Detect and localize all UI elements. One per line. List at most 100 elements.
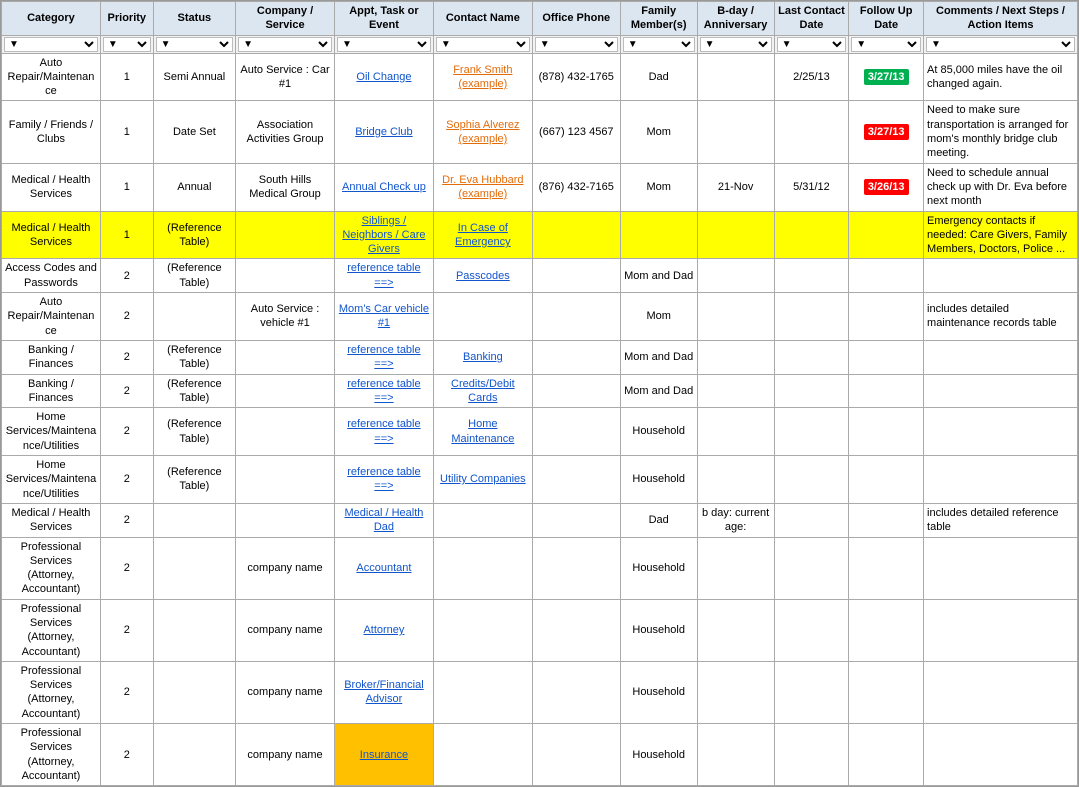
- table-row: Banking / Finances2(Reference Table)refe…: [2, 374, 1078, 408]
- cell-last-contact: [774, 599, 849, 661]
- cell-appt[interactable]: Accountant: [334, 537, 433, 599]
- cell-last-contact: [774, 374, 849, 408]
- cell-follow-up: [849, 537, 924, 599]
- cell-appt[interactable]: reference table ==>: [334, 340, 433, 374]
- cell-follow-up: [849, 599, 924, 661]
- cell-follow-up: 3/27/13: [849, 53, 924, 101]
- filter-comments[interactable]: ▼: [926, 37, 1075, 52]
- cell-phone: [532, 503, 620, 537]
- cell-appt[interactable]: Broker/Financial Advisor: [334, 661, 433, 723]
- cell-appt[interactable]: Mom's Car vehicle #1: [334, 293, 433, 341]
- filter-bday[interactable]: ▼: [700, 37, 772, 52]
- cell-comments: Emergency contacts if needed: Care Giver…: [924, 211, 1078, 259]
- cell-follow-up: 3/26/13: [849, 163, 924, 211]
- cell-appt[interactable]: reference table ==>: [334, 408, 433, 456]
- follow-up-date-badge: 3/27/13: [864, 69, 909, 85]
- cell-appt[interactable]: Annual Check up: [334, 163, 433, 211]
- cell-contact[interactable]: Sophia Alverez (example): [433, 101, 532, 163]
- cell-category: Banking / Finances: [2, 374, 101, 408]
- cell-family: Dad: [620, 503, 697, 537]
- cell-phone: (667) 123 4567: [532, 101, 620, 163]
- cell-contact: [433, 293, 532, 341]
- cell-phone: [532, 724, 620, 786]
- table-row: Medical / Health Services1AnnualSouth Hi…: [2, 163, 1078, 211]
- cell-contact: [433, 724, 532, 786]
- cell-appt[interactable]: reference table ==>: [334, 374, 433, 408]
- cell-bday: b day: current age:: [697, 503, 774, 537]
- cell-appt[interactable]: reference table ==>: [334, 259, 433, 293]
- cell-follow-up: 3/27/13: [849, 101, 924, 163]
- data-table: Category Priority Status Company / Servi…: [1, 1, 1078, 786]
- cell-comments: [924, 340, 1078, 374]
- cell-contact[interactable]: Banking: [433, 340, 532, 374]
- cell-bday: [697, 599, 774, 661]
- cell-category: Home Services/Maintenance/Utilities: [2, 408, 101, 456]
- cell-last-contact: 5/31/12: [774, 163, 849, 211]
- cell-bday: [697, 374, 774, 408]
- cell-company: Association Activities Group: [236, 101, 335, 163]
- filter-category[interactable]: ▼: [4, 37, 98, 52]
- filter-phone[interactable]: ▼: [535, 37, 618, 52]
- col-bday: B-day / Anniversary: [697, 2, 774, 36]
- cell-company: [236, 374, 335, 408]
- cell-category: Access Codes and Passwords: [2, 259, 101, 293]
- cell-appt[interactable]: reference table ==>: [334, 456, 433, 504]
- cell-family: Mom and Dad: [620, 374, 697, 408]
- cell-family: Mom: [620, 101, 697, 163]
- cell-appt[interactable]: Siblings / Neighbors / Care Givers: [334, 211, 433, 259]
- cell-priority: 1: [100, 53, 153, 101]
- col-priority: Priority: [100, 2, 153, 36]
- cell-contact[interactable]: Dr. Eva Hubbard (example): [433, 163, 532, 211]
- cell-follow-up: [849, 503, 924, 537]
- col-status: Status: [153, 2, 235, 36]
- cell-follow-up: [849, 724, 924, 786]
- cell-contact[interactable]: Utility Companies: [433, 456, 532, 504]
- filter-priority[interactable]: ▼: [103, 37, 151, 52]
- filter-followup[interactable]: ▼: [851, 37, 921, 52]
- cell-appt[interactable]: Bridge Club: [334, 101, 433, 163]
- cell-last-contact: 2/25/13: [774, 53, 849, 101]
- cell-bday: [697, 53, 774, 101]
- filter-family[interactable]: ▼: [623, 37, 695, 52]
- cell-priority: 2: [100, 293, 153, 341]
- cell-comments: [924, 724, 1078, 786]
- cell-contact[interactable]: Home Maintenance: [433, 408, 532, 456]
- cell-phone: (878) 432-1765: [532, 53, 620, 101]
- table-row: Home Services/Maintenance/Utilities2(Ref…: [2, 408, 1078, 456]
- cell-contact[interactable]: Frank Smith (example): [433, 53, 532, 101]
- col-phone: Office Phone: [532, 2, 620, 36]
- col-followup: Follow Up Date: [849, 2, 924, 36]
- cell-contact[interactable]: Passcodes: [433, 259, 532, 293]
- cell-priority: 1: [100, 211, 153, 259]
- cell-contact[interactable]: Credits/Debit Cards: [433, 374, 532, 408]
- cell-phone: [532, 661, 620, 723]
- filter-lastcontact[interactable]: ▼: [777, 37, 847, 52]
- main-table-wrapper: Category Priority Status Company / Servi…: [0, 0, 1079, 787]
- cell-status: Annual: [153, 163, 235, 211]
- cell-family: [620, 211, 697, 259]
- cell-appt[interactable]: Attorney: [334, 599, 433, 661]
- cell-appt[interactable]: Oil Change: [334, 53, 433, 101]
- cell-follow-up: [849, 293, 924, 341]
- table-row: Banking / Finances2(Reference Table)refe…: [2, 340, 1078, 374]
- cell-follow-up: [849, 661, 924, 723]
- cell-priority: 1: [100, 163, 153, 211]
- cell-bday: [697, 211, 774, 259]
- cell-status: (Reference Table): [153, 340, 235, 374]
- filter-company[interactable]: ▼: [238, 37, 332, 52]
- cell-family: Household: [620, 456, 697, 504]
- filter-contact[interactable]: ▼: [436, 37, 530, 52]
- cell-contact[interactable]: In Case of Emergency: [433, 211, 532, 259]
- cell-company: [236, 456, 335, 504]
- cell-appt[interactable]: Medical / Health Dad: [334, 503, 433, 537]
- cell-family: Household: [620, 537, 697, 599]
- cell-appt[interactable]: Insurance: [334, 724, 433, 786]
- cell-family: Household: [620, 724, 697, 786]
- cell-status: (Reference Table): [153, 456, 235, 504]
- cell-category: Professional Services (Attorney, Account…: [2, 537, 101, 599]
- table-row: Auto Repair/Maintenance2Auto Service : v…: [2, 293, 1078, 341]
- filter-status[interactable]: ▼: [156, 37, 233, 52]
- cell-category: Auto Repair/Maintenance: [2, 293, 101, 341]
- table-row: Professional Services (Attorney, Account…: [2, 599, 1078, 661]
- filter-appt[interactable]: ▼: [337, 37, 431, 52]
